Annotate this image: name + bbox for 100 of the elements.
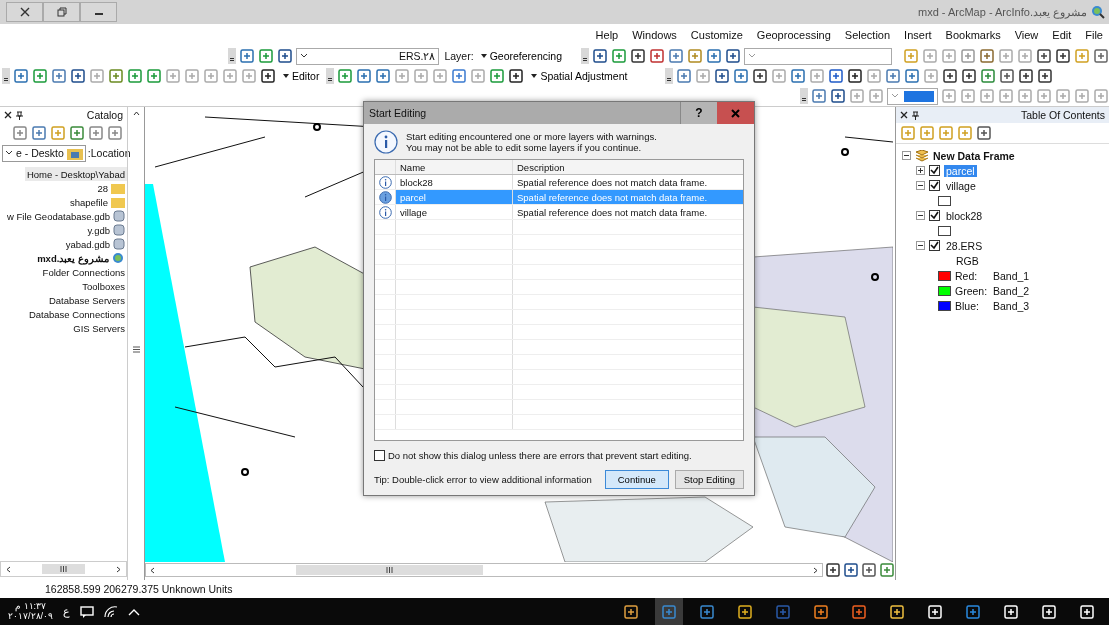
menu-item[interactable]: View <box>1014 29 1039 41</box>
wifi-icon[interactable] <box>104 605 118 618</box>
dialog-title: Start Editing <box>368 107 427 119</box>
notification-icon[interactable] <box>80 605 94 618</box>
map-document-icon <box>112 251 125 265</box>
close-icon[interactable] <box>900 111 908 119</box>
layer-name[interactable]: village <box>944 179 978 192</box>
clock-date[interactable]: ٢٠١٧/٢٨/٠٩ <box>8 611 53 622</box>
toolbar-grip-icon[interactable] <box>581 48 590 64</box>
catalog-item[interactable]: Toolboxes <box>80 279 127 293</box>
expand-icon[interactable] <box>916 166 925 175</box>
pin-icon[interactable] <box>16 110 23 120</box>
caret-icon <box>480 54 487 58</box>
symbol-swatch <box>938 195 951 206</box>
legend-heading: RGB <box>956 254 979 267</box>
checkbox[interactable] <box>929 165 940 176</box>
toolbar-grip-icon[interactable] <box>326 68 335 84</box>
chevron-icon <box>300 53 308 59</box>
checkbox-label[interactable]: Do not show this dialog unless there are errors that prevent start editing. <box>388 450 692 461</box>
menu-item[interactable]: Insert <box>904 29 932 41</box>
toolbar-grip-icon[interactable] <box>228 48 236 64</box>
catalog-item[interactable]: Home - Desktop\Yabad <box>24 167 127 181</box>
checkbox[interactable] <box>929 180 940 191</box>
catalog-item[interactable]: y.gdb <box>85 223 127 237</box>
band-label: Blue: <box>955 299 980 312</box>
clock-time[interactable]: ١١:٣٧ م <box>15 601 46 612</box>
database-icon <box>113 224 125 236</box>
close-icon[interactable] <box>4 111 12 119</box>
column-header[interactable]: Name <box>396 160 513 174</box>
band-name: Band_3 <box>993 299 1030 312</box>
horizontal-scrollbar[interactable] <box>0 561 127 577</box>
catalog-item[interactable]: yabad.gdb <box>63 237 127 251</box>
chevron-icon <box>5 150 13 156</box>
column-header[interactable]: Description <box>513 160 743 174</box>
language-indicator[interactable]: ع <box>63 605 70 618</box>
menu-item[interactable]: Selection <box>844 29 891 41</box>
scale-dropdown[interactable] <box>887 87 938 105</box>
catalog-item[interactable]: w File Geodatabase.gdb <box>5 209 127 223</box>
table-cell-text: Spatial reference does not match data frame. <box>516 175 709 189</box>
layer-name[interactable]: parcel <box>944 164 977 177</box>
scroll-thumb[interactable] <box>42 564 85 574</box>
catalog-item[interactable]: GIS Servers <box>71 321 127 335</box>
menu-item[interactable]: Bookmarks <box>945 29 1001 41</box>
chevron-icon <box>748 53 757 59</box>
close-button[interactable] <box>6 2 43 22</box>
scroll-thumb[interactable] <box>296 565 483 575</box>
database-icon <box>113 238 125 250</box>
chevron-icon <box>891 93 899 99</box>
layer-dropdown[interactable]: ERS.۲۸ <box>296 47 440 65</box>
checkbox[interactable] <box>374 450 385 461</box>
catalog-item[interactable]: 28 <box>95 181 127 195</box>
catalog-item[interactable]: Database Servers <box>46 293 127 307</box>
splitter-grip-icon[interactable] <box>132 346 140 353</box>
menu-item[interactable]: Windows <box>632 29 677 41</box>
catalog-item[interactable]: Folder Connections <box>40 265 127 279</box>
layer-name[interactable]: 28.ERS <box>944 239 985 252</box>
band-label: Green: <box>955 284 989 297</box>
coordinates-text: 162858.599 206279.375 Unknown Units <box>45 583 233 595</box>
tip-text: Tip: Double-click error to view additional information <box>374 474 592 485</box>
selection-highlight <box>904 90 934 102</box>
help-button[interactable]: ? <box>680 102 717 124</box>
pin-icon[interactable] <box>912 110 919 120</box>
location-field[interactable]: e - Deskto <box>2 144 86 162</box>
menu-item[interactable]: Help <box>595 29 619 41</box>
toolbar-grip-icon[interactable] <box>2 68 10 84</box>
restore-icon <box>56 7 67 17</box>
caret-icon <box>283 74 289 78</box>
dialog-button[interactable]: Continue <box>604 470 669 489</box>
table-cell: village <box>396 205 513 219</box>
table-row[interactable]: village Spatial reference does not match data frame. <box>375 205 743 220</box>
panel-title: Table Of Contents <box>1020 109 1105 121</box>
minimize-button[interactable] <box>80 2 117 22</box>
panel-title: Catalog <box>86 109 123 121</box>
chevron-up-icon[interactable] <box>128 607 140 616</box>
menu-item[interactable]: File <box>1085 29 1103 41</box>
menu-item[interactable]: Customize <box>690 29 743 41</box>
catalog-item[interactable]: مشروع يعبد.mxd <box>35 251 127 265</box>
symbol-swatch <box>938 225 951 236</box>
table-cell-text: Spatial reference does not match data frame. <box>516 205 709 219</box>
checkbox[interactable] <box>929 210 940 221</box>
dialog-button[interactable]: Stop Editing <box>674 470 744 489</box>
catalog-item[interactable]: Database Connections <box>26 307 127 321</box>
close-icon <box>731 108 740 118</box>
layer-label: Layer: <box>444 50 474 62</box>
location-label: :Location <box>87 147 131 159</box>
menu-item[interactable]: Edit <box>1052 29 1072 41</box>
checkbox[interactable] <box>929 240 940 251</box>
horizontal-scrollbar[interactable] <box>145 563 823 577</box>
window-title: مشروع يعبد.mxd - ArcMap - ArcInfo <box>918 5 1087 19</box>
layer-name[interactable]: block28 <box>944 209 985 222</box>
table-cell: parcel <box>396 190 513 204</box>
toolbar-grip-icon[interactable] <box>800 88 808 104</box>
toolbar-grip-icon[interactable] <box>665 68 674 84</box>
close-button[interactable] <box>717 102 754 124</box>
catalog-item[interactable]: shapefile <box>67 195 127 209</box>
table-cell: block28 <box>396 175 513 189</box>
layers-icon <box>915 149 929 162</box>
band-name: Band_2 <box>993 284 1030 297</box>
data-frame-label[interactable]: New Data Frame <box>933 149 1015 162</box>
menu-item[interactable]: Geoprocessing <box>756 29 831 41</box>
